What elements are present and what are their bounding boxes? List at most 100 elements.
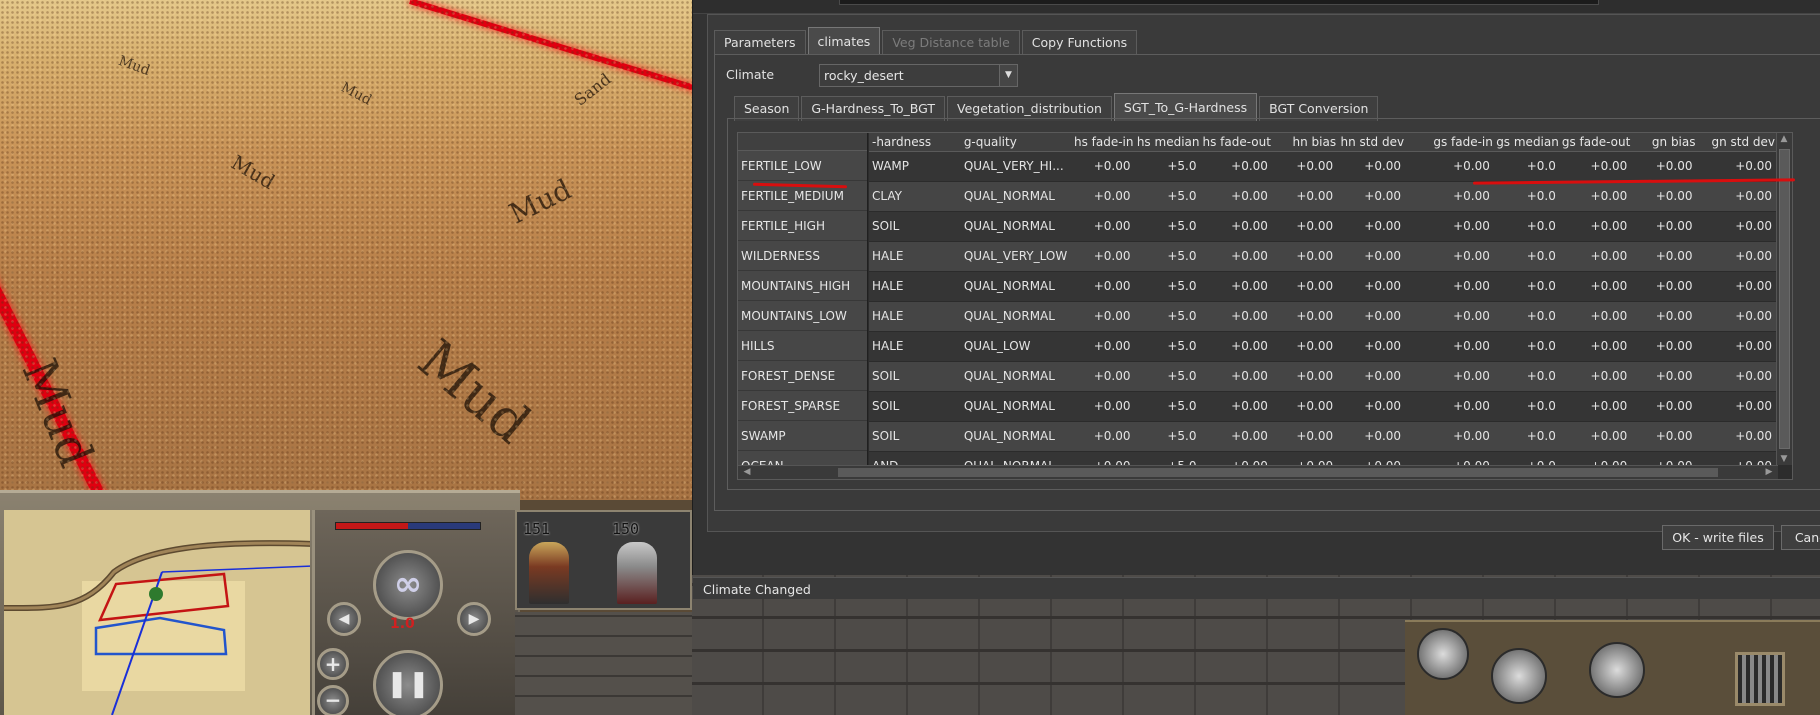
table-cell[interactable]: +0.00: [1339, 181, 1408, 212]
table-cell[interactable]: +0.00: [1202, 181, 1274, 212]
column-header[interactable]: hs fade-in: [1070, 133, 1137, 152]
table-cell[interactable]: +5.0: [1136, 301, 1203, 332]
table-cell[interactable]: +0.00: [1561, 241, 1634, 272]
table-cell[interactable]: +0.0: [1495, 331, 1562, 362]
table-cell[interactable]: QUAL_VERY_HI...: [960, 151, 1071, 182]
table-cell[interactable]: +0.00: [1407, 271, 1496, 302]
column-header[interactable]: hs fade-out: [1202, 133, 1274, 152]
shield-command-icon[interactable]: [1491, 648, 1547, 704]
scroll-right-icon[interactable]: ▶: [1762, 467, 1776, 477]
ok-write-files-button[interactable]: OK - write files: [1662, 525, 1774, 550]
table-cell[interactable]: +0.00: [1202, 271, 1274, 302]
table-cell[interactable]: QUAL_NORMAL: [960, 421, 1071, 452]
table-cell[interactable]: +0.00: [1202, 421, 1274, 452]
table-cell[interactable]: QUAL_LOW: [960, 331, 1071, 362]
table-cell[interactable]: +0.00: [1273, 211, 1340, 242]
table-cell[interactable]: +0.00: [1698, 331, 1778, 362]
table-cell[interactable]: AND: [869, 451, 961, 465]
table-cell[interactable]: +0.00: [1070, 151, 1137, 182]
table-cell[interactable]: +0.00: [1633, 361, 1699, 392]
table-cell[interactable]: +5.0: [1136, 151, 1203, 182]
table-cell[interactable]: +0.00: [1698, 241, 1778, 272]
table-cell[interactable]: +0.00: [1698, 391, 1778, 422]
table-cell[interactable]: +0.00: [1070, 181, 1137, 212]
table-cell[interactable]: +0.00: [1561, 421, 1634, 452]
table-cell[interactable]: +0.00: [1407, 211, 1496, 242]
table-cell[interactable]: +0.0: [1495, 421, 1562, 452]
table-cell[interactable]: SOIL: [869, 211, 961, 242]
table-cell[interactable]: +0.00: [1202, 391, 1274, 422]
column-header[interactable]: g-quality: [960, 133, 1071, 152]
sgt-table[interactable]: FERTILE_LOW FERTILE_MEDIUM FERTILE_HIGH WIL…: [737, 132, 1793, 480]
table-cell[interactable]: +0.00: [1561, 211, 1634, 242]
table-cell[interactable]: +0.00: [1273, 361, 1340, 392]
table-cell[interactable]: +0.00: [1273, 151, 1340, 182]
table-cell[interactable]: +0.00: [1202, 241, 1274, 272]
table-cell[interactable]: +0.00: [1561, 331, 1634, 362]
table-cell[interactable]: +0.0: [1495, 211, 1562, 242]
sword-command-icon[interactable]: [1417, 628, 1469, 680]
table-cell[interactable]: SOIL: [869, 421, 961, 452]
minimap[interactable]: [4, 510, 310, 715]
table-cell[interactable]: +0.00: [1070, 421, 1137, 452]
row-header[interactable]: FOREST_SPARSE: [738, 391, 867, 421]
table-cell[interactable]: +5.0: [1136, 211, 1203, 242]
scroll-up-icon[interactable]: ▲: [1777, 134, 1791, 144]
column-header[interactable]: -hardness: [869, 133, 961, 152]
table-cell[interactable]: +0.00: [1561, 151, 1634, 182]
table-cell[interactable]: +0.00: [1633, 181, 1699, 212]
table-cell[interactable]: +0.00: [1561, 361, 1634, 392]
column-header[interactable]: gs fade-in: [1407, 133, 1496, 152]
row-header[interactable]: WILDERNESS: [738, 241, 867, 271]
unit-card-knight[interactable]: [617, 542, 657, 604]
table-cell[interactable]: +0.00: [1202, 151, 1274, 182]
table-cell[interactable]: +0.00: [1339, 451, 1408, 465]
table-cell[interactable]: HALE: [869, 241, 961, 272]
table-cell[interactable]: +0.00: [1698, 271, 1778, 302]
table-cell[interactable]: +0.00: [1407, 241, 1496, 272]
horizontal-scroll-thumb[interactable]: [838, 468, 1718, 477]
table-cell[interactable]: HALE: [869, 271, 961, 302]
row-header[interactable]: MOUNTAINS_LOW: [738, 301, 867, 331]
row-header[interactable]: FOREST_DENSE: [738, 361, 867, 391]
table-cell[interactable]: +0.0: [1495, 361, 1562, 392]
unit-card-archer[interactable]: [529, 542, 569, 604]
table-cell[interactable]: +0.00: [1633, 241, 1699, 272]
table-cell[interactable]: +0.00: [1407, 181, 1496, 212]
row-header[interactable]: HILLS: [738, 331, 867, 361]
table-cell[interactable]: +0.00: [1070, 451, 1137, 465]
table-cell[interactable]: +0.00: [1698, 151, 1778, 182]
table-cell[interactable]: QUAL_NORMAL: [960, 301, 1071, 332]
zoom-in-button[interactable]: +: [317, 648, 349, 680]
terrain-view[interactable]: Mud Mud Mud Mud Mud Sand Mud: [0, 0, 692, 715]
table-cell[interactable]: QUAL_NORMAL: [960, 391, 1071, 422]
game-viewport[interactable]: Mud Mud Mud Mud Mud Sand Mud ∞ ◀ ▶ 1.0 +…: [0, 0, 692, 715]
vertical-scroll-thumb[interactable]: [1779, 149, 1790, 449]
table-cell[interactable]: +0.00: [1407, 331, 1496, 362]
table-cell[interactable]: +0.00: [1633, 391, 1699, 422]
pause-button[interactable]: ❚❚: [373, 650, 443, 715]
table-cell[interactable]: QUAL_VERY_LOW: [960, 241, 1071, 272]
table-cell[interactable]: +0.00: [1633, 151, 1699, 182]
table-cell[interactable]: +0.00: [1339, 271, 1408, 302]
table-cell[interactable]: +0.00: [1561, 271, 1634, 302]
table-cell[interactable]: +0.00: [1339, 331, 1408, 362]
table-cell[interactable]: +0.0: [1495, 451, 1562, 465]
table-cell[interactable]: +0.00: [1633, 421, 1699, 452]
table-cell[interactable]: +0.0: [1495, 271, 1562, 302]
table-cell[interactable]: QUAL_NORMAL: [960, 271, 1071, 302]
table-cell[interactable]: CLAY: [869, 181, 961, 212]
table-cell[interactable]: +0.00: [1070, 331, 1137, 362]
top-field[interactable]: [839, 0, 1599, 5]
row-header[interactable]: OCEAN: [738, 451, 867, 465]
table-cell[interactable]: +0.00: [1202, 451, 1274, 465]
infinity-button[interactable]: ∞: [373, 550, 443, 620]
table-cell[interactable]: +0.00: [1070, 271, 1137, 302]
table-cell[interactable]: +0.00: [1339, 391, 1408, 422]
table-cell[interactable]: +0.00: [1407, 301, 1496, 332]
table-cell[interactable]: WAMP: [869, 151, 961, 182]
tab-copy-functions[interactable]: Copy Functions: [1021, 30, 1138, 55]
table-cell[interactable]: +0.00: [1202, 361, 1274, 392]
table-cell[interactable]: +0.00: [1407, 151, 1496, 182]
table-cell[interactable]: +0.00: [1273, 181, 1340, 212]
